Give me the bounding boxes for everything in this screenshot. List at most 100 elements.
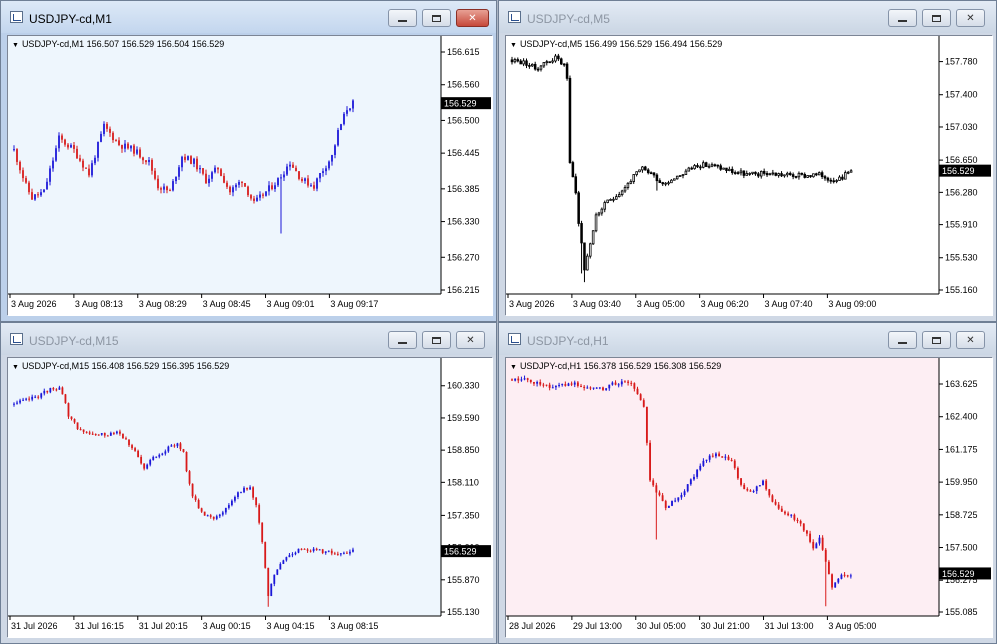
candle-body bbox=[340, 124, 342, 130]
candle-body bbox=[100, 133, 102, 142]
candle bbox=[577, 190, 580, 227]
candle-body bbox=[736, 467, 739, 479]
close-button[interactable]: ✕ bbox=[956, 9, 985, 27]
candle-body bbox=[592, 387, 595, 389]
price-tick-label: 159.950 bbox=[945, 477, 978, 487]
candle-body bbox=[617, 384, 620, 386]
candle-body bbox=[517, 378, 520, 381]
candle-body bbox=[843, 574, 846, 576]
price-tick-label: 156.270 bbox=[447, 252, 480, 262]
candle-body bbox=[315, 548, 318, 551]
maximize-button[interactable] bbox=[922, 9, 951, 27]
maximize-button[interactable] bbox=[422, 331, 451, 349]
candlestick-chart[interactable]: 156.615 156.560 156.500 156.445 156.385 156.3… bbox=[8, 36, 493, 316]
candle-body bbox=[645, 406, 648, 443]
candle-body bbox=[562, 63, 566, 66]
chart-window-m1[interactable]: USDJPY-cd,M1 ✕ 156.615 156.560 156.500 156.… bbox=[0, 0, 497, 322]
candle-body bbox=[16, 149, 18, 162]
candle bbox=[649, 440, 651, 482]
candle-body bbox=[127, 143, 129, 149]
maximize-button[interactable] bbox=[922, 331, 951, 349]
candle-body bbox=[182, 449, 185, 453]
candle-body bbox=[638, 169, 641, 173]
candle-body bbox=[300, 548, 303, 550]
maximize-button[interactable] bbox=[422, 9, 451, 27]
candle-body bbox=[259, 194, 261, 198]
title-bar[interactable]: USDJPY-cd,M15 ✕ bbox=[1, 323, 496, 355]
candle-body bbox=[644, 166, 647, 171]
minimize-button[interactable] bbox=[388, 9, 417, 27]
candle-body bbox=[321, 549, 324, 553]
chart-window-m5[interactable]: USDJPY-cd,M5 ✕ 157.780 157.400 157.030 156.… bbox=[498, 0, 997, 322]
minimize-icon bbox=[398, 342, 407, 344]
candlestick-chart[interactable]: 160.330159.590158.850158.110157.350156.6… bbox=[8, 358, 493, 638]
minimize-button[interactable] bbox=[388, 331, 417, 349]
candle-body bbox=[247, 186, 249, 196]
time-tick-label: 28 Jul 2026 bbox=[509, 621, 556, 631]
dropdown-triangle-icon[interactable]: ▼ bbox=[510, 42, 517, 49]
chart-area[interactable]: 157.780 157.400 157.030 156.650 156.280 155.9… bbox=[505, 35, 993, 316]
candle-body bbox=[91, 433, 94, 435]
candle-body bbox=[652, 480, 655, 486]
candle bbox=[282, 559, 285, 565]
candle-body bbox=[264, 542, 267, 568]
chart-area[interactable]: 160.330159.590158.850158.110157.350156.6… bbox=[7, 357, 493, 638]
candle-body bbox=[689, 479, 692, 485]
candle-body bbox=[67, 144, 69, 148]
candle-body bbox=[208, 178, 210, 184]
close-button[interactable]: ✕ bbox=[456, 331, 485, 349]
candle-body bbox=[188, 471, 191, 484]
candle-body bbox=[777, 173, 780, 176]
candlestick-chart[interactable]: 163.625 162.400 161.175 159.950 158.725 157.5… bbox=[506, 358, 993, 638]
candle-body bbox=[849, 575, 852, 577]
candle bbox=[638, 169, 641, 173]
time-tick-label: 30 Jul 05:00 bbox=[637, 621, 686, 631]
candle-body bbox=[748, 173, 751, 175]
dropdown-triangle-icon[interactable]: ▼ bbox=[12, 364, 19, 371]
chart-area[interactable]: 163.625 162.400 161.175 159.950 158.725 157.5… bbox=[505, 357, 993, 638]
candle-body bbox=[336, 553, 339, 555]
candle-body bbox=[609, 199, 612, 201]
title-bar[interactable]: USDJPY-cd,M5 ✕ bbox=[499, 1, 996, 33]
chart-window-m15[interactable]: USDJPY-cd,M15 ✕ 160.330 159.590 158.850 158… bbox=[0, 322, 497, 644]
candle-body bbox=[667, 182, 670, 185]
candle-body bbox=[693, 165, 696, 170]
price-tick-label: 155.160 bbox=[945, 285, 978, 295]
candle bbox=[673, 178, 676, 181]
candle-body bbox=[603, 202, 607, 210]
candle-body bbox=[589, 387, 592, 389]
time-tick-label: 31 Jul 13:00 bbox=[765, 621, 814, 631]
candle-body bbox=[235, 184, 237, 188]
candle-body bbox=[193, 158, 195, 164]
candle-body bbox=[710, 164, 714, 167]
candle bbox=[639, 393, 642, 401]
candle-body bbox=[124, 143, 126, 149]
candle-body bbox=[780, 508, 783, 512]
candle-body bbox=[557, 55, 560, 60]
title-bar[interactable]: USDJPY-cd,H1 ✕ bbox=[499, 323, 996, 355]
candlestick-chart[interactable]: 157.780 157.400 157.030 156.650 156.280 155.9… bbox=[506, 36, 993, 316]
candle-body bbox=[276, 569, 279, 575]
candle-body bbox=[560, 58, 563, 65]
candle-body bbox=[166, 186, 168, 191]
chart-window-h1[interactable]: USDJPY-cd,H1 ✕ 163.625 162.400 161.175 159.… bbox=[498, 322, 997, 644]
dropdown-triangle-icon[interactable]: ▼ bbox=[12, 42, 19, 49]
minimize-button[interactable] bbox=[888, 331, 917, 349]
candle-body bbox=[82, 160, 84, 168]
close-button[interactable]: ✕ bbox=[456, 9, 489, 27]
price-tick-label: 156.445 bbox=[447, 148, 480, 158]
candle-body bbox=[678, 175, 682, 177]
candle-body bbox=[774, 501, 777, 505]
close-button[interactable]: ✕ bbox=[956, 331, 985, 349]
candle-body bbox=[820, 172, 824, 178]
minimize-button[interactable] bbox=[888, 9, 917, 27]
price-tick-label: 163.625 bbox=[945, 379, 978, 389]
title-bar[interactable]: USDJPY-cd,M1 ✕ bbox=[1, 1, 496, 33]
candle-body bbox=[686, 484, 689, 492]
time-tick-label: 31 Jul 16:15 bbox=[75, 621, 124, 631]
dropdown-triangle-icon[interactable]: ▼ bbox=[510, 364, 517, 371]
chart-area[interactable]: 156.615 156.560 156.500 156.445 156.385 156.3… bbox=[7, 35, 493, 316]
candle-body bbox=[343, 113, 345, 125]
candle-body bbox=[683, 491, 686, 496]
candle-body bbox=[580, 385, 582, 387]
